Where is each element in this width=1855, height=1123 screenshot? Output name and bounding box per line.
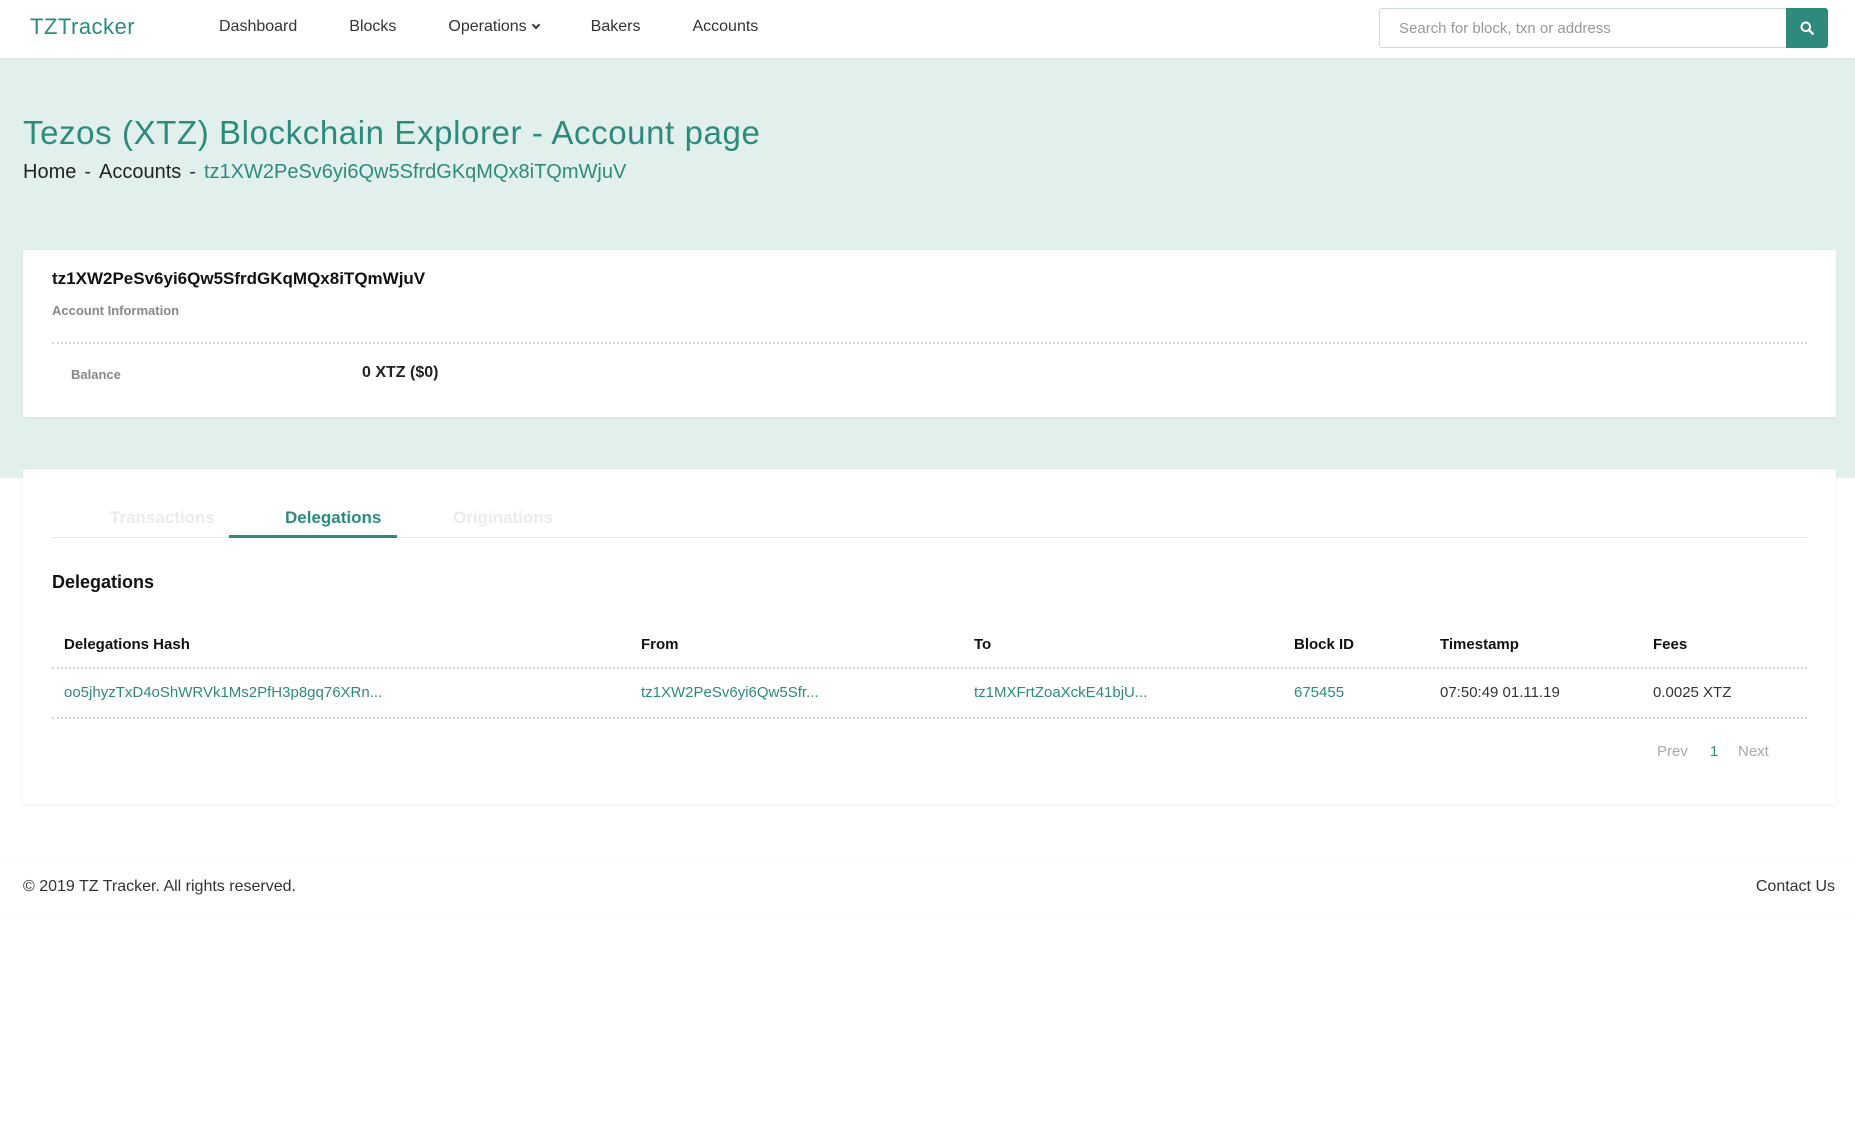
row-block-id-link[interactable]: 675455 [1294, 684, 1344, 701]
tab-transactions[interactable]: Transactions [110, 508, 215, 528]
brand-logo[interactable]: TZTracker [30, 14, 135, 40]
search-icon [1800, 21, 1814, 35]
breadcrumb-home[interactable]: Home [23, 161, 76, 184]
contact-us-link[interactable]: Contact Us [1756, 878, 1835, 896]
row-timestamp: 07:50:49 01.11.19 [1440, 684, 1560, 701]
tab-delegations[interactable]: Delegations [285, 508, 381, 528]
pagination-prev[interactable]: Prev [1657, 743, 1688, 760]
nav-operations-dropdown[interactable]: Operations [448, 18, 540, 36]
tab-originations[interactable]: Originations [453, 508, 553, 528]
row-fees: 0.0025 XTZ [1653, 684, 1732, 701]
operations-card: Transactions Delegations Originations De… [23, 469, 1836, 804]
top-navbar: TZTracker Dashboard Blocks Operations Ba… [0, 0, 1855, 58]
row-from-link[interactable]: tz1XW2PeSv6yi6Qw5Sfr... [641, 684, 819, 701]
pagination-next[interactable]: Next [1738, 743, 1769, 760]
breadcrumb-current: tz1XW2PeSv6yi6Qw5SfrdGKqMQx8iTQmWjuV [203, 161, 627, 183]
row-to-link[interactable]: tz1MXFrtZoaXckE41bjU... [974, 684, 1147, 701]
column-header-from: From [641, 636, 679, 653]
nav-bakers[interactable]: Bakers [591, 18, 641, 36]
breadcrumb-separator: - [189, 161, 196, 183]
account-info-subtitle: Account Information [52, 303, 180, 318]
account-info-card: tz1XW2PeSv6yi6Qw5SfrdGKqMQx8iTQmWjuV Acc… [23, 250, 1836, 417]
column-header-fees: Fees [1653, 636, 1688, 653]
divider [52, 717, 1807, 719]
column-header-to: To [974, 636, 992, 653]
breadcrumb-separator: - [84, 161, 92, 183]
operations-tabs: Transactions Delegations Originations [52, 469, 1807, 538]
chevron-down-icon [531, 20, 540, 30]
balance-value: 0 XTZ ($0) [362, 364, 439, 381]
nav-accounts[interactable]: Accounts [692, 18, 758, 36]
row-hash-link[interactable]: oo5jhyzTxD4oShWRVk1Ms2PfH3p8gq76XRn... [64, 684, 382, 701]
account-address: tz1XW2PeSv6yi6Qw5SfrdGKqMQx8iTQmWjuV [52, 269, 426, 288]
divider [52, 342, 1807, 344]
column-header-hash: Delegations Hash [64, 636, 190, 653]
search-button[interactable] [1786, 8, 1828, 48]
breadcrumb-accounts[interactable]: Accounts [99, 161, 181, 184]
active-tab-indicator [229, 535, 397, 538]
page-title: Tezos (XTZ) Blockchain Explorer - Accoun… [23, 114, 761, 151]
column-header-block-id: Block ID [1294, 636, 1355, 653]
section-title: Delegations [52, 572, 155, 592]
main-nav: Dashboard Blocks Operations Bakers Accou… [219, 18, 810, 36]
search-bar [1379, 8, 1828, 48]
footer: © 2019 TZ Tracker. All rights reserved. … [0, 860, 1855, 914]
copyright-text: © 2019 TZ Tracker. All rights reserved. [23, 878, 296, 895]
divider [52, 667, 1807, 669]
breadcrumb: Home - Accounts - tz1XW2PeSv6yi6Qw5SfrdG… [23, 161, 626, 184]
search-input[interactable] [1379, 8, 1786, 48]
pagination-page-1[interactable]: 1 [1710, 743, 1718, 760]
nav-blocks[interactable]: Blocks [349, 18, 396, 36]
column-header-timestamp: Timestamp [1440, 636, 1519, 653]
balance-label: Balance [71, 367, 121, 382]
nav-operations-label: Operations [448, 18, 527, 35]
nav-dashboard[interactable]: Dashboard [219, 18, 297, 36]
